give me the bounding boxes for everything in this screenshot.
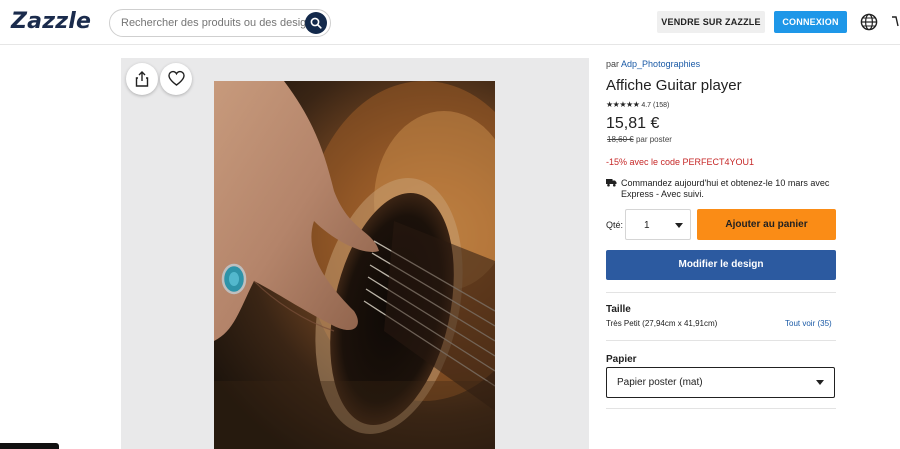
search-icon [310,17,322,29]
divider [606,292,836,293]
chevron-down-icon [816,380,824,385]
quantity-label: Qté: [606,220,624,230]
size-value: Très Petit (27,94cm x 41,91cm) [606,319,718,328]
review-count: (158) [653,102,670,109]
paper-select[interactable]: Papier poster (mat) [606,367,835,398]
price-unit: par poster [635,135,672,144]
paper-label: Papier [606,354,637,365]
product-title: Affiche Guitar player [606,77,742,94]
share-button[interactable] [126,63,158,95]
shipping-estimate: Commandez aujourd'hui et obtenez-le 10 m… [621,178,830,199]
quantity-select[interactable]: 1 [625,209,691,240]
search-input[interactable]: Rechercher des produits ou des designs [109,9,331,37]
star-icons: ★★★★★ [606,100,640,109]
search-button[interactable] [305,12,327,34]
login-button[interactable]: CONNEXION [774,11,847,33]
site-header: Zazzle Rechercher des produits ou des de… [0,0,900,45]
product-price: 15,81 € [606,115,660,132]
rating-value: 4.7 [641,102,652,109]
zazzle-logo[interactable]: Zazzle [11,9,91,34]
edit-design-button[interactable]: Modifier le design [606,250,836,280]
see-all-sizes-link[interactable]: Tout voir (35) [785,319,832,328]
cookie-toast[interactable] [0,443,59,449]
chevron-down-icon [675,223,683,228]
share-icon [135,71,149,87]
guitar-photo [214,81,495,449]
quantity-value: 1 [644,220,650,231]
promo-text: -15% avec le code PERFECT4YOU1 [606,157,755,167]
truck-icon [606,179,617,187]
size-label: Taille [606,304,631,315]
paper-value: Papier poster (mat) [617,377,703,388]
rating-summary[interactable]: ★★★★★ 4.7 (158) [606,100,669,109]
old-price-line: 18,60 € par poster [607,135,672,144]
favorite-button[interactable] [160,63,192,95]
heart-icon [168,70,185,86]
search-placeholder: Rechercher des produits ou des designs [121,17,318,29]
by-prefix: par [606,59,620,69]
cart-icon[interactable] [891,12,900,32]
product-image[interactable] [214,81,495,449]
designer-byline: par Adp_Photographies [606,59,700,69]
divider [606,340,836,341]
globe-icon[interactable] [860,13,878,31]
sell-on-zazzle-button[interactable]: VENDRE SUR ZAZZLE [657,11,765,33]
old-price: 18,60 € [607,135,634,144]
designer-link[interactable]: Adp_Photographies [621,59,700,69]
divider [606,408,836,409]
add-to-cart-button[interactable]: Ajouter au panier [697,209,836,240]
